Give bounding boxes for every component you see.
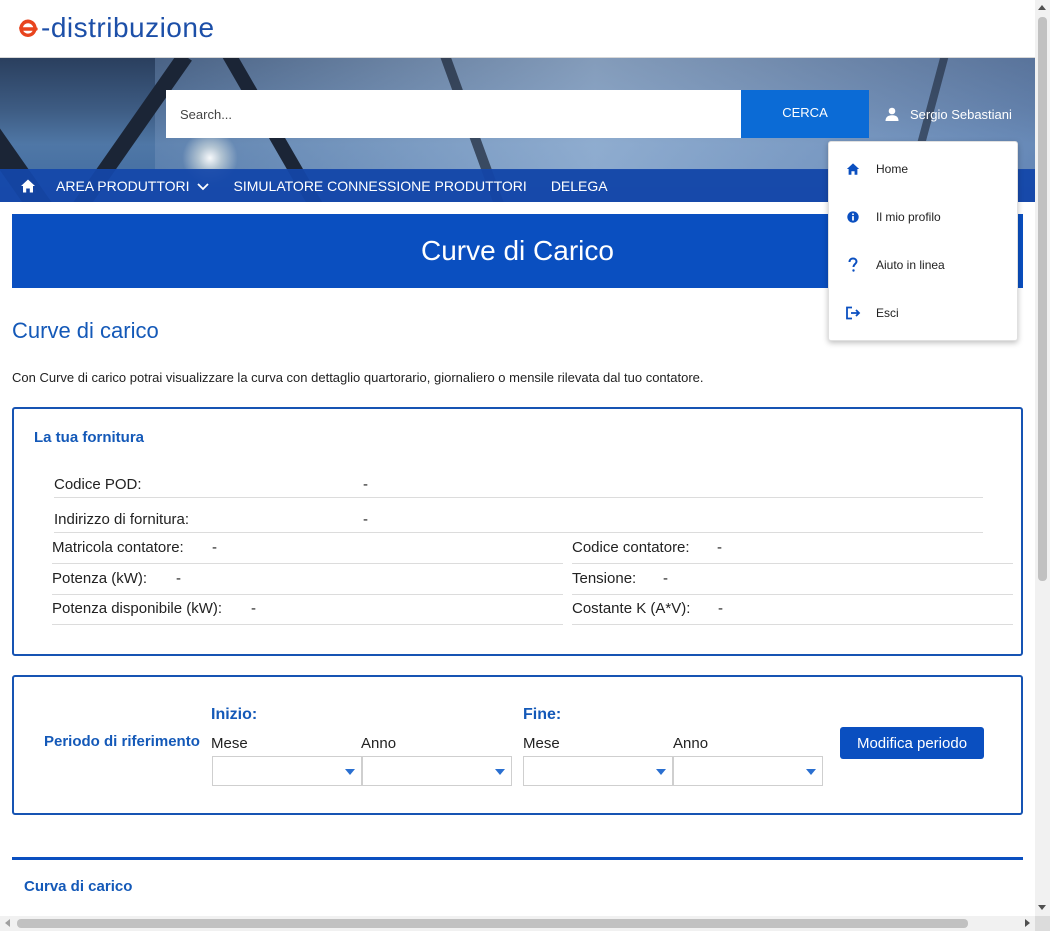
supply-card: La tua fornitura Codice POD: - Indirizzo… — [12, 407, 1023, 656]
logo-e-icon — [19, 19, 38, 37]
question-icon — [848, 257, 858, 272]
caret-down-icon — [806, 769, 816, 775]
user-name: Sergio Sebastiani — [910, 106, 1012, 122]
horizontal-scroll-thumb[interactable] — [17, 919, 968, 928]
power-label: Potenza (kW): — [52, 570, 148, 587]
caret-down-icon — [656, 769, 666, 775]
voltage-value: - — [663, 570, 668, 587]
menu-item-label: Esci — [876, 306, 899, 320]
menu-item-help[interactable]: Aiuto in linea — [829, 241, 1019, 289]
menu-item-logout[interactable]: Esci — [829, 289, 1019, 337]
start-month-select[interactable] — [212, 756, 362, 786]
start-month-label: Mese — [211, 735, 248, 752]
power-row: Potenza (kW): - — [52, 564, 563, 595]
load-curve-title: Curva di carico — [24, 878, 133, 895]
meter-serial-row: Matricola contatore: - — [52, 533, 563, 564]
start-year-label: Anno — [361, 735, 397, 752]
menu-item-label: Home — [876, 162, 909, 176]
end-title: Fine: — [523, 706, 562, 723]
search-input[interactable] — [166, 90, 741, 138]
menu-item-label: Il mio profilo — [876, 210, 941, 224]
page-viewport: -distribuzione CERCA Sergio Sebastiani A… — [0, 0, 1035, 916]
available-power-row: Potenza disponibile (kW): - — [52, 594, 563, 625]
address-label: Indirizzo di fornitura: — [54, 511, 190, 528]
available-power-value: - — [251, 600, 256, 617]
vertical-scroll-thumb[interactable] — [1038, 17, 1047, 581]
end-year-label: Anno — [673, 735, 709, 752]
pod-row: Codice POD: - — [54, 462, 983, 498]
menu-item-label: Aiuto in linea — [876, 258, 945, 272]
pod-label: Codice POD: — [54, 476, 142, 493]
supply-card-title: La tua fornitura — [34, 429, 145, 446]
voltage-label: Tensione: — [572, 570, 637, 587]
period-card: Periodo di riferimento Inizio: Fine: Mes… — [12, 675, 1023, 815]
nav-item-label: DELEGA — [550, 177, 608, 194]
meter-code-value: - — [717, 539, 722, 556]
section-title: Curve di carico — [12, 318, 159, 343]
menu-item-profile[interactable]: Il mio profilo — [829, 193, 1019, 241]
scroll-down-arrow-icon[interactable] — [1038, 905, 1046, 910]
caret-down-icon — [345, 769, 355, 775]
scroll-up-arrow-icon[interactable] — [1038, 5, 1046, 10]
address-row: Indirizzo di fornitura: - — [54, 497, 983, 533]
end-year-select[interactable] — [673, 756, 823, 786]
user-icon — [885, 107, 899, 121]
load-curve-section: Curva di carico — [12, 857, 1023, 916]
meter-serial-label: Matricola contatore: — [52, 539, 184, 556]
voltage-row: Tensione: - — [572, 564, 1013, 595]
nav-item-delega[interactable]: DELEGA — [551, 178, 608, 194]
logo[interactable]: -distribuzione — [16, 12, 215, 44]
modify-period-button[interactable]: Modifica periodo — [840, 727, 984, 759]
search-button[interactable]: CERCA — [741, 90, 869, 138]
end-month-select[interactable] — [523, 756, 673, 786]
logo-text: -distribuzione — [41, 12, 215, 43]
scrollbar-corner — [1035, 916, 1050, 931]
nav-item-area-produttori[interactable]: AREA PRODUTTORI — [56, 178, 210, 194]
nav-item-simulatore[interactable]: SIMULATORE CONNESSIONE PRODUTTORI — [234, 178, 527, 194]
menu-item-home[interactable]: Home — [829, 145, 1019, 193]
nav-item-label: AREA PRODUTTORI — [56, 177, 190, 194]
meter-serial-value: - — [212, 539, 217, 556]
chevron-down-icon — [196, 182, 209, 190]
k-constant-row: Costante K (A*V): - — [572, 594, 1013, 625]
start-year-select[interactable] — [362, 756, 512, 786]
nav-home-button[interactable] — [0, 169, 56, 202]
k-constant-value: - — [718, 600, 723, 617]
vertical-scrollbar[interactable] — [1035, 0, 1050, 916]
user-menu-toggle[interactable]: Sergio Sebastiani — [884, 100, 1012, 128]
page-title: Curve di Carico — [421, 235, 614, 266]
meter-code-row: Codice contatore: - — [572, 533, 1013, 564]
home-icon — [21, 179, 35, 192]
pod-value: - — [363, 476, 368, 493]
meter-code-label: Codice contatore: — [572, 539, 690, 556]
horizontal-scrollbar[interactable] — [0, 916, 1035, 931]
intro-text: Con Curve di carico potrai visualizzare … — [12, 370, 704, 385]
start-title: Inizio: — [211, 706, 258, 723]
caret-down-icon — [495, 769, 505, 775]
address-value: - — [363, 511, 368, 528]
period-label: Periodo di riferimento — [44, 733, 200, 750]
nav-item-label: SIMULATORE CONNESSIONE PRODUTTORI — [233, 177, 527, 194]
available-power-label: Potenza disponibile (kW): — [52, 600, 223, 617]
home-icon — [846, 163, 859, 175]
top-bar: -distribuzione — [0, 0, 1035, 58]
power-value: - — [176, 570, 181, 587]
scroll-right-arrow-icon[interactable] — [1025, 919, 1030, 927]
k-constant-label: Costante K (A*V): — [572, 600, 691, 617]
user-dropdown-menu: Home Il mio profilo Aiuto in linea Esci — [828, 141, 1018, 341]
info-icon — [846, 211, 859, 223]
end-month-label: Mese — [523, 735, 560, 752]
scroll-left-arrow-icon[interactable] — [5, 919, 10, 927]
logout-icon — [845, 306, 860, 320]
